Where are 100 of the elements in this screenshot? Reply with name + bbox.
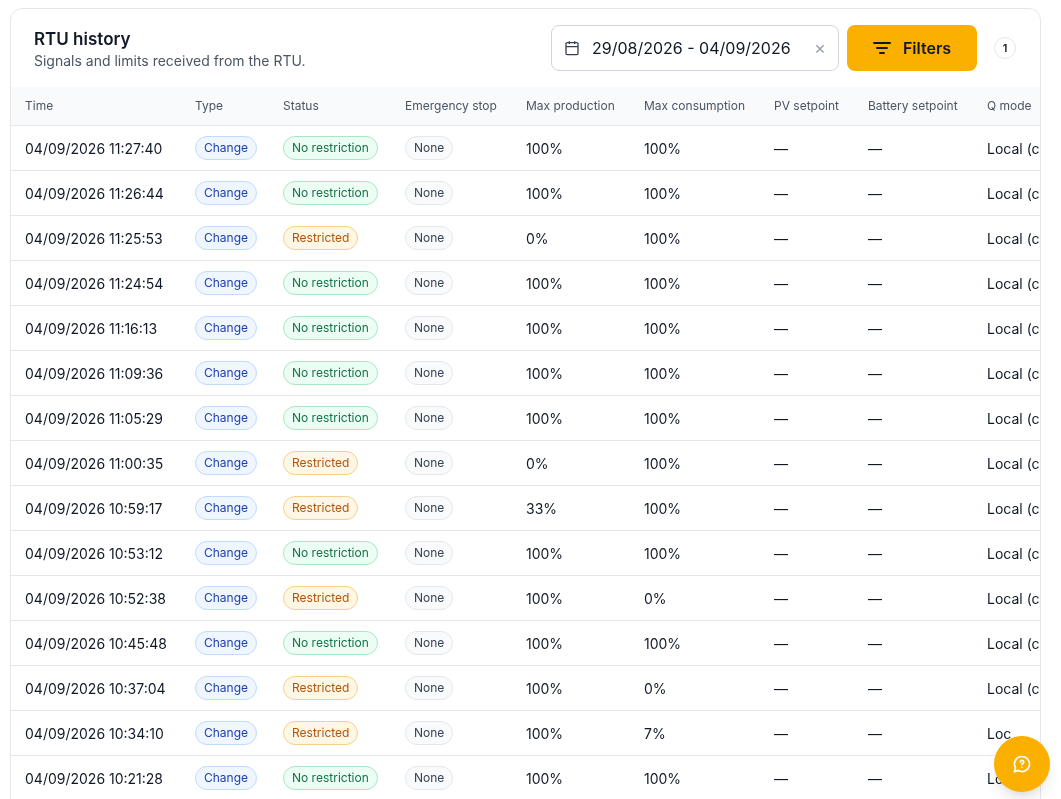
- column-header: Emergency stop: [405, 97, 498, 115]
- q-mode-cell-text: Local (c: [987, 138, 1040, 159]
- status-badge: Restricted: [283, 226, 359, 250]
- pv-setpoint-cell-text: —: [774, 723, 789, 744]
- status-badge: No restriction: [283, 361, 378, 385]
- emergency-stop-badge: None: [405, 541, 454, 565]
- max-consumption-cell-text: 100%: [644, 138, 683, 159]
- battery-setpoint-cell-text: —: [868, 768, 883, 789]
- type-badge: Change: [195, 226, 258, 250]
- type-badge: Change: [195, 316, 258, 340]
- status-badge: No restriction: [283, 271, 378, 295]
- max-production-cell-text: 100%: [526, 183, 565, 204]
- pv-setpoint-cell-text: —: [774, 138, 789, 159]
- filters-button[interactable]: Filters: [847, 25, 977, 71]
- q-mode-cell-text: Local (c: [987, 588, 1040, 609]
- max-production-cell-text: 100%: [526, 138, 565, 159]
- status-badge: No restriction: [283, 631, 378, 655]
- type-badge: Change: [195, 631, 258, 655]
- max-production-cell-text: 100%: [526, 723, 565, 744]
- status-badge: No restriction: [283, 541, 378, 565]
- date-range-field[interactable]: 29/08/2026 - 04/09/2026 ×: [551, 25, 839, 71]
- column-header: Max production: [526, 97, 616, 115]
- battery-setpoint-cell-text: —: [868, 408, 883, 429]
- status-badge: Restricted: [283, 676, 359, 700]
- q-mode-cell-text: Local (c: [987, 543, 1040, 564]
- type-badge: Change: [195, 271, 258, 295]
- column-header: PV setpoint: [774, 97, 841, 115]
- max-production-cell-text: 0%: [526, 228, 550, 249]
- max-consumption-cell-text: 100%: [644, 633, 683, 654]
- date-range-value: 29/08/2026 - 04/09/2026: [592, 37, 792, 60]
- type-badge: Change: [195, 181, 258, 205]
- time-cell-text: 04/09/2026 11:16:13: [25, 318, 159, 339]
- emergency-stop-badge: None: [405, 721, 454, 745]
- pv-setpoint-cell-text: —: [774, 273, 789, 294]
- max-production-cell-text: 100%: [526, 543, 565, 564]
- pv-setpoint-cell-text: —: [774, 498, 789, 519]
- pv-setpoint-cell-text: —: [774, 453, 789, 474]
- filter-icon: [872, 41, 891, 55]
- pv-setpoint-cell-text: —: [774, 543, 789, 564]
- max-consumption-cell-text: 0%: [644, 588, 668, 609]
- type-badge: Change: [195, 766, 258, 790]
- max-consumption-cell-text: 100%: [644, 273, 683, 294]
- type-badge: Change: [195, 676, 258, 700]
- pv-setpoint-cell-text: —: [774, 318, 789, 339]
- q-mode-cell-text: Local (c: [987, 228, 1040, 249]
- max-consumption-cell-text: 100%: [644, 318, 683, 339]
- battery-setpoint-cell-text: —: [868, 588, 883, 609]
- time-cell-text: 04/09/2026 10:52:38: [25, 588, 167, 609]
- time-cell-text: 04/09/2026 10:34:10: [25, 723, 165, 744]
- column-header: Battery setpoint: [868, 97, 959, 115]
- status-badge: No restriction: [283, 766, 378, 790]
- emergency-stop-badge: None: [405, 136, 454, 160]
- time-cell-text: 04/09/2026 11:27:40: [25, 138, 164, 159]
- emergency-stop-badge: None: [405, 361, 454, 385]
- emergency-stop-badge: None: [405, 496, 454, 520]
- type-badge: Change: [195, 541, 258, 565]
- max-production-cell-text: 100%: [526, 273, 565, 294]
- pv-setpoint-cell-text: —: [774, 363, 789, 384]
- time-cell-text: 04/09/2026 11:26:44: [25, 183, 165, 204]
- calendar-icon: [564, 40, 580, 56]
- pv-setpoint-cell-text: —: [774, 588, 789, 609]
- battery-setpoint-cell-text: —: [868, 273, 883, 294]
- column-header: Status: [283, 97, 320, 115]
- max-production-cell-text: 100%: [526, 633, 565, 654]
- time-cell-text: 04/09/2026 11:25:53: [25, 228, 164, 249]
- max-production-cell-text: 33%: [526, 498, 559, 519]
- emergency-stop-badge: None: [405, 181, 454, 205]
- q-mode-cell-text: Local (c: [987, 318, 1040, 339]
- emergency-stop-badge: None: [405, 766, 454, 790]
- type-badge: Change: [195, 721, 258, 745]
- time-cell-text: 04/09/2026 10:21:28: [25, 768, 165, 789]
- max-production-cell-text: 100%: [526, 588, 565, 609]
- pv-setpoint-cell-text: —: [774, 678, 789, 699]
- max-production-cell-text: 100%: [526, 363, 565, 384]
- max-consumption-cell-text: 100%: [644, 768, 683, 789]
- q-mode-cell-text: Local (c: [987, 678, 1040, 699]
- q-mode-cell-text: Local (c: [987, 363, 1040, 384]
- max-consumption-cell-text: 100%: [644, 543, 683, 564]
- q-mode-cell-text: Local (c: [987, 183, 1040, 204]
- battery-setpoint-cell-text: —: [868, 453, 883, 474]
- column-header: Time: [25, 97, 55, 115]
- emergency-stop-badge: None: [405, 271, 454, 295]
- pv-setpoint-cell-text: —: [774, 228, 789, 249]
- max-consumption-cell-text: 100%: [644, 183, 683, 204]
- status-badge: No restriction: [283, 136, 378, 160]
- battery-setpoint-cell-text: —: [868, 498, 883, 519]
- emergency-stop-badge: None: [405, 406, 454, 430]
- status-badge: Restricted: [283, 451, 359, 475]
- q-mode-cell-text: Local (c: [987, 408, 1040, 429]
- emergency-stop-badge: None: [405, 586, 454, 610]
- time-cell-text: 04/09/2026 11:05:29: [25, 408, 165, 429]
- status-badge: No restriction: [283, 316, 378, 340]
- battery-setpoint-cell-text: —: [868, 633, 883, 654]
- column-header: Max consumption: [644, 97, 747, 115]
- max-consumption-cell-text: 100%: [644, 228, 683, 249]
- emergency-stop-badge: None: [405, 451, 454, 475]
- type-badge: Change: [195, 136, 258, 160]
- time-cell-text: 04/09/2026 11:09:36: [25, 363, 165, 384]
- max-production-cell-text: 100%: [526, 768, 565, 789]
- column-header: Type: [195, 97, 225, 115]
